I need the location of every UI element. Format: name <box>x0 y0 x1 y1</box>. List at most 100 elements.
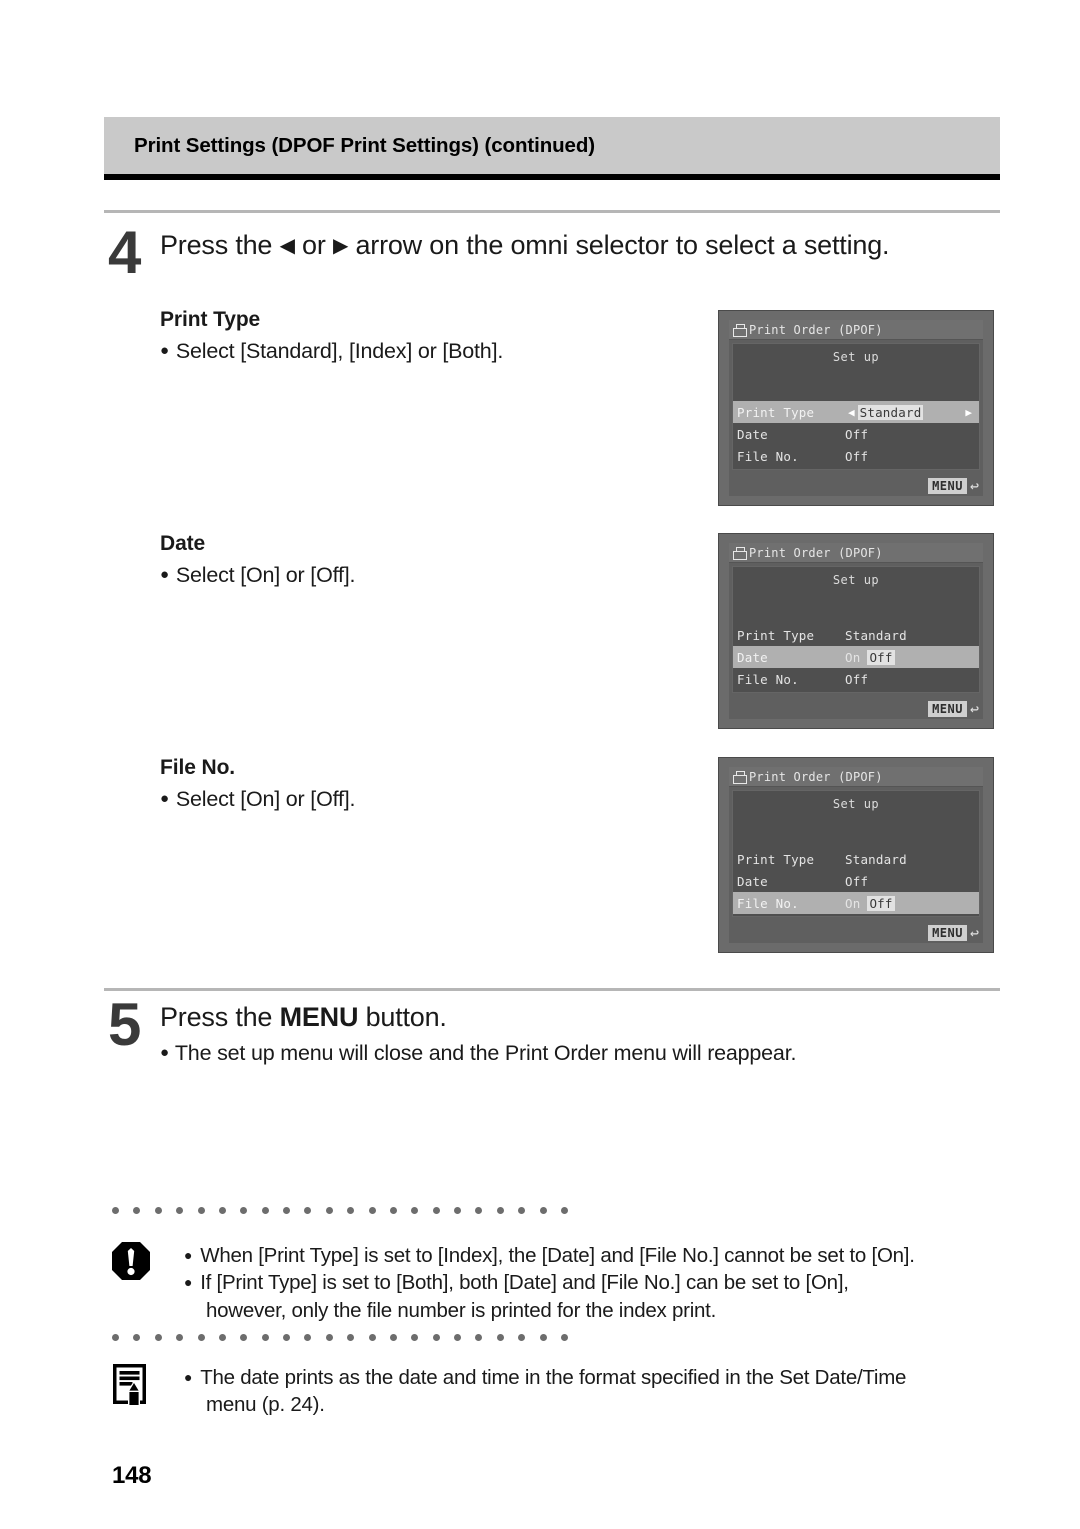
lcd-row-label: Print Type <box>737 627 815 643</box>
lcd-row-date[interactable]: Date On Off <box>733 646 979 668</box>
exclamation-octagon-icon <box>110 1240 152 1282</box>
step-4-instruction: Press the ◀ or ▶ arrow on the omni selec… <box>160 228 890 263</box>
return-arrow-icon: ↩ <box>969 923 979 942</box>
lcd-inner: Print Order (DPOF) Set up Print Type Sta… <box>729 543 983 719</box>
lcd-row-value-on[interactable]: On <box>845 896 860 911</box>
setting-date: Date ● Select [On] or [Off]. <box>160 532 700 588</box>
setting-file-no-desc-text: Select [On] or [Off]. <box>175 787 356 811</box>
warning-bullet-2-cont-text: however, only the file number is printed… <box>206 1298 717 1322</box>
step-4: 4 Press the ◀ or ▶ arrow on the omni sel… <box>108 219 890 286</box>
lcd-row-file-no[interactable]: File No. Off <box>733 445 979 467</box>
step-5-instruction: Press the MENU button. <box>160 1000 796 1035</box>
bullet-dot: ● <box>160 1044 169 1062</box>
lcd-arrow-right-icon[interactable]: ▶ <box>962 406 975 419</box>
return-arrow-icon: ↩ <box>969 476 979 495</box>
step-5-bullet: ● The set up menu will close and the Prin… <box>160 1041 796 1066</box>
divider-above-step-5 <box>104 988 1000 991</box>
lcd-row-value: Off <box>845 426 869 442</box>
lcd-panel: Set up Print Type Standard Date On Off F… <box>732 566 980 693</box>
menu-button-badge[interactable]: MENU <box>928 701 967 717</box>
setting-file-no: File No. ● Select [On] or [Off]. <box>160 756 700 812</box>
lcd-row-value: Off <box>845 671 869 687</box>
step-4-text-b: or <box>294 230 333 260</box>
step-5: 5 Press the MENU button. ● The set up men… <box>108 991 796 1066</box>
arrow-left-icon: ◀ <box>279 235 295 257</box>
lcd-row-value: Standard <box>857 404 924 420</box>
lcd-row-date[interactable]: Date Off <box>733 870 979 892</box>
lcd-row-value-on[interactable]: On <box>845 650 860 665</box>
step-4-number: 4 <box>108 219 142 286</box>
setting-file-no-desc: ● Select [On] or [Off]. <box>160 787 700 812</box>
divider-above-step-4 <box>104 210 1000 213</box>
notepad-pencil-icon <box>110 1362 156 1408</box>
lcd-row-value-off[interactable]: Off <box>867 649 895 665</box>
lcd-row-print-type[interactable]: Print Type ◀ Standard ▶ <box>733 401 979 423</box>
lcd-row-label: File No. <box>737 448 799 464</box>
info-note-lines: ● The date prints as the date and time in… <box>184 1362 906 1419</box>
step-5-body: Press the MENU button. ● The set up menu … <box>156 1000 796 1066</box>
warning-bullet-2: ● If [Print Type] is set to [Both], both … <box>184 1269 915 1296</box>
lcd-row-date[interactable]: Date Off <box>733 423 979 445</box>
warning-note: ● When [Print Type] is set to [Index], th… <box>110 1240 1000 1324</box>
step-5-bullet-text: The set up menu will close and the Print… <box>174 1041 797 1066</box>
lcd-menu-hint[interactable]: MENU ↩ <box>928 925 979 941</box>
info-bullet-1-text: The date prints as the date and time in … <box>200 1366 907 1389</box>
lcd-setup-label: Set up <box>832 350 880 364</box>
lcd-title: Print Order (DPOF) <box>749 322 883 337</box>
printer-icon <box>732 546 747 560</box>
bullet-dot: ● <box>160 566 169 583</box>
lcd-rows: Print Type Standard Date On Off File No.… <box>733 624 979 690</box>
warning-bullet-2-continuation: however, only the file number is printed… <box>184 1297 915 1324</box>
bullet-dot: ● <box>184 1369 193 1385</box>
section-header-bar: Print Settings (DPOF Print Settings) (co… <box>104 117 1000 174</box>
lcd-row-options: On Off <box>845 895 895 911</box>
bullet-dot: ● <box>160 790 169 807</box>
bullet-dot: ● <box>184 1247 193 1263</box>
lcd-row-value: Off <box>845 448 869 464</box>
step-5-number: 5 <box>108 991 142 1058</box>
lcd-row-label: Date <box>737 873 768 889</box>
lcd-arrow-left-icon[interactable]: ◀ <box>845 406 858 419</box>
lcd-row-value: Standard <box>845 627 907 643</box>
lcd-row-label: Date <box>737 426 768 442</box>
lcd-menu-hint[interactable]: MENU ↩ <box>928 701 979 717</box>
lcd-row-options: On Off <box>845 649 895 665</box>
lcd-row-print-type[interactable]: Print Type Standard <box>733 624 979 646</box>
lcd-row-print-type[interactable]: Print Type Standard <box>733 848 979 870</box>
bullet-dot: ● <box>160 342 169 359</box>
lcd-titlebar: Print Order (DPOF) <box>729 320 983 340</box>
step-4-text-c: arrow on the omni selector to select a s… <box>348 230 890 260</box>
lcd-row-value: Standard <box>845 851 907 867</box>
printer-icon <box>732 770 747 784</box>
manual-page: Print Settings (DPOF Print Settings) (co… <box>0 0 1080 1529</box>
lcd-rows: Print Type Standard Date Off File No. On… <box>733 848 979 914</box>
page-title: Print Settings (DPOF Print Settings) (co… <box>134 133 595 157</box>
lcd-row-label: Print Type <box>737 851 815 867</box>
lcd-setup-label: Set up <box>832 573 880 587</box>
printer-icon <box>732 323 747 337</box>
warning-note-lines: ● When [Print Type] is set to [Index], th… <box>184 1240 915 1324</box>
lcd-rows: Print Type ◀ Standard ▶ Date Off File No… <box>733 401 979 467</box>
page-number: 148 <box>112 1462 152 1489</box>
lcd-row-label: Date <box>737 649 768 665</box>
lcd-titlebar: Print Order (DPOF) <box>729 543 983 563</box>
lcd-inner: Print Order (DPOF) Set up Print Type Sta… <box>729 767 983 943</box>
setting-print-type: Print Type ● Select [Standard], [Index] o… <box>160 308 700 364</box>
lcd-row-value-off[interactable]: Off <box>867 895 895 911</box>
step-5-text-b: button. <box>358 1002 447 1032</box>
header-underline <box>104 174 1000 180</box>
lcd-row-file-no[interactable]: File No. Off <box>733 668 979 690</box>
step-4-text-a: Press the <box>160 230 280 260</box>
dotted-divider-top <box>112 1207 568 1215</box>
setting-date-desc: ● Select [On] or [Off]. <box>160 563 700 588</box>
menu-button-badge[interactable]: MENU <box>928 925 967 941</box>
lcd-row-file-no[interactable]: File No. On Off <box>733 892 979 914</box>
menu-button-badge[interactable]: MENU <box>928 478 967 494</box>
setting-print-type-name: Print Type <box>160 308 261 331</box>
warning-bullet-2-text: If [Print Type] is set to [Both], both [… <box>200 1271 849 1295</box>
lcd-title: Print Order (DPOF) <box>749 769 883 784</box>
arrow-right-icon: ▶ <box>332 235 349 257</box>
info-note: ● The date prints as the date and time in… <box>110 1362 1000 1419</box>
camera-lcd-print-type: Print Order (DPOF) Set up Print Type ◀ S… <box>718 310 994 506</box>
lcd-menu-hint[interactable]: MENU ↩ <box>928 478 979 494</box>
